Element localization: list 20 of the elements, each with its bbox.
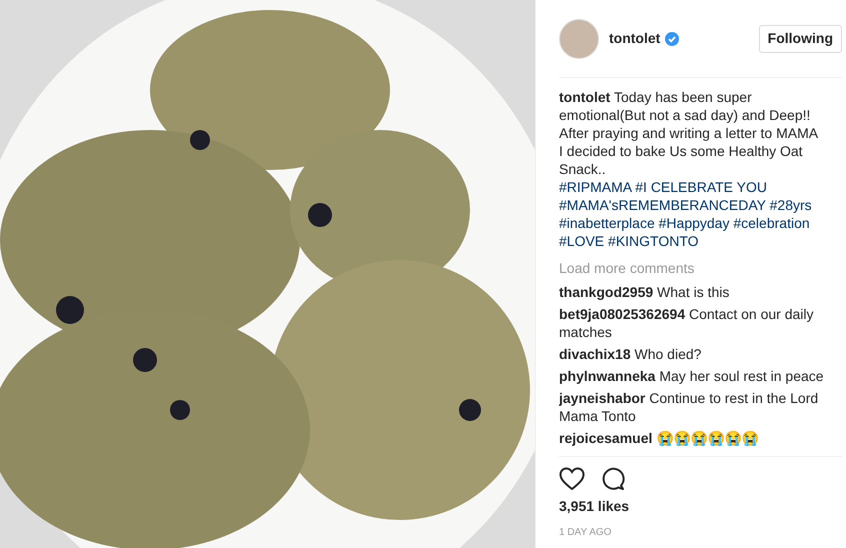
heart-icon[interactable] bbox=[559, 467, 585, 491]
hashtag-link[interactable]: #LOVE bbox=[559, 233, 604, 249]
likes-count[interactable]: 3,951 likes bbox=[559, 496, 842, 517]
hashtag-link[interactable]: #RIPMAMA bbox=[559, 179, 632, 195]
comment: thankgod2959 What is this bbox=[559, 283, 730, 301]
hashtag-link[interactable]: #celebration bbox=[733, 215, 810, 231]
caption: tontolet Today has been super emotional(But not a sad day) and Deep!! After praying and writing a letter to MAMA I decided to bake Us some Healthy Oat Snack.. #RIPMAMA #I CELEBRATE YOU #MAMA'sREMEMBERANCEDAY #28yrs #inabetterplace #Happyday #celebration #LOVE #KINGTONTO bbox=[559, 88, 819, 250]
hashtag-link[interactable]: #MAMA'sREMEMBERANCEDAY bbox=[559, 197, 766, 213]
comment-icon[interactable] bbox=[601, 467, 625, 491]
hashtag-link[interactable]: #I CELEBRATE YOU bbox=[635, 179, 767, 195]
hashtag-link[interactable]: #KINGTONTO bbox=[608, 233, 699, 249]
comment: divachix18 Who died? bbox=[559, 345, 702, 363]
following-button[interactable]: Following bbox=[758, 24, 842, 52]
username[interactable]: tontolet bbox=[609, 28, 660, 49]
hashtag-link[interactable]: #Happyday bbox=[658, 215, 730, 231]
comment: phylnwanneka May her soul rest in peace bbox=[559, 367, 825, 385]
hashtag-link[interactable]: #28yrs bbox=[770, 197, 812, 213]
comment: rejoicesamuel 😭😭😭😭😭😭 bbox=[559, 429, 760, 447]
post-time: 1 DAY AGO bbox=[559, 526, 612, 540]
hashtag-link[interactable]: #inabetterplace bbox=[559, 215, 655, 231]
